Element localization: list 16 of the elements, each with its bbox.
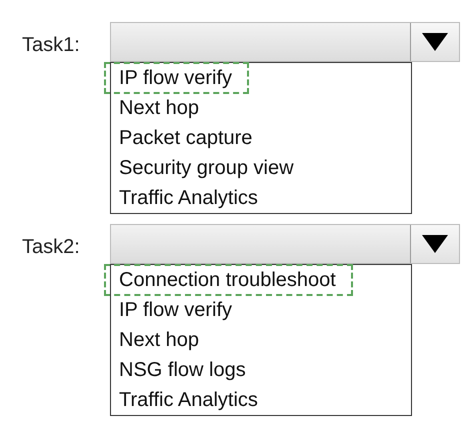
list-option[interactable]: Traffic Analytics: [111, 183, 264, 213]
dropdown-button[interactable]: [410, 23, 459, 61]
list-option[interactable]: NSG flow logs: [111, 355, 252, 385]
task-label: Task1:: [21, 33, 81, 57]
list-option[interactable]: Connection troubleshoot: [105, 265, 352, 295]
list-option[interactable]: IP flow verify: [111, 295, 238, 325]
list-option[interactable]: Next hop: [111, 325, 206, 355]
list-option[interactable]: Packet capture: [111, 123, 258, 153]
caret-icon: [422, 33, 448, 51]
list-option[interactable]: IP flow verify: [105, 63, 248, 93]
list-option[interactable]: Traffic Analytics: [111, 385, 264, 415]
task-label: Task2:: [21, 235, 81, 259]
dropdown-button[interactable]: [410, 225, 459, 263]
list-option[interactable]: Security group view: [111, 153, 300, 183]
caret-icon: [422, 235, 448, 253]
list-option[interactable]: Next hop: [111, 93, 206, 123]
